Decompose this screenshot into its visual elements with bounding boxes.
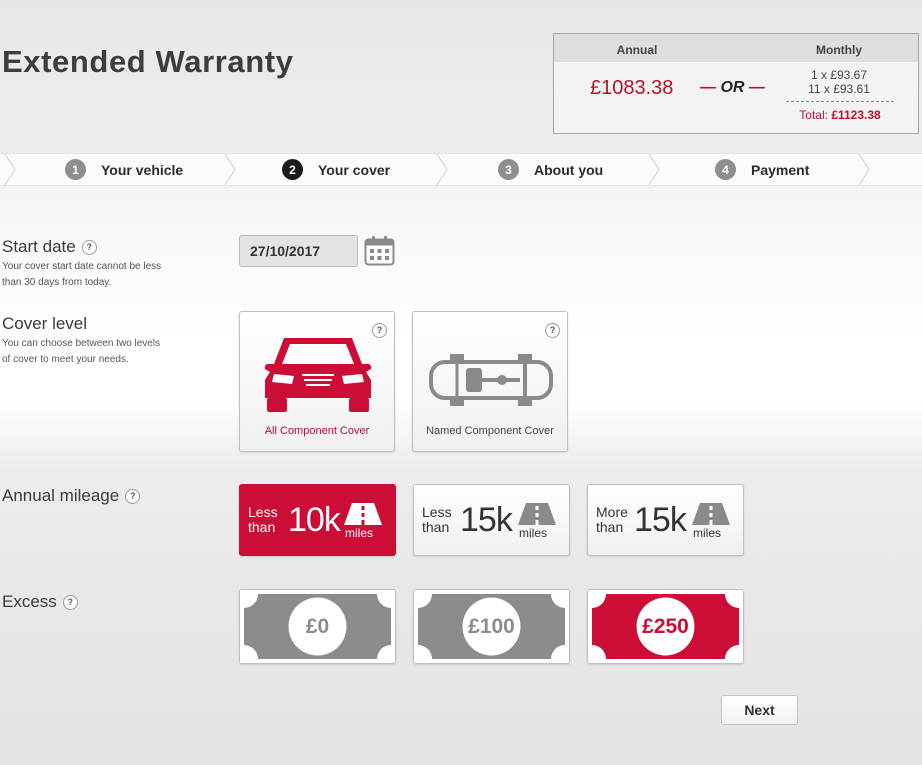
annual-mileage-label: Annual mileage	[2, 486, 120, 505]
cover-option-named-component[interactable]: ? Named Component Cover	[412, 311, 568, 452]
chassis-icon	[429, 354, 553, 406]
mileage-prefix: Less than	[248, 504, 278, 535]
monthly-remaining-payments: 11 x £93.61	[808, 82, 870, 96]
step-number: 3	[498, 159, 519, 180]
annual-heading: Annual	[616, 43, 658, 57]
road-icon	[518, 503, 556, 525]
mileage-amount: 15k	[634, 501, 687, 539]
road-icon	[692, 503, 730, 525]
annual-price: £1083.38	[590, 77, 674, 99]
start-date-description: Your cover start date cannot be less tha…	[2, 261, 162, 288]
annual-mileage-heading: Annual mileage ?	[2, 486, 141, 506]
help-icon[interactable]: ?	[545, 323, 560, 338]
step-label: Your vehicle	[101, 161, 184, 178]
step-chevron-icon	[224, 154, 236, 185]
step-number: 1	[65, 159, 86, 180]
mileage-option-less-10k[interactable]: Less than 10k miles	[239, 484, 396, 556]
monthly-breakdown: 1 x £93.67 11 x £93.61	[784, 68, 894, 96]
excess-option-100[interactable]: £100	[413, 589, 570, 664]
step-label: Your cover	[318, 161, 391, 178]
cover-level-label: Cover level	[2, 314, 88, 333]
help-icon[interactable]: ?	[372, 323, 387, 338]
help-icon[interactable]: ?	[62, 594, 78, 610]
mileage-prefix: Less than	[422, 504, 452, 535]
cover-level-description: You can choose between two levels of cov…	[2, 338, 161, 365]
mileage-unit: miles	[345, 526, 374, 540]
cover-option-all-component[interactable]: ? All Component Cover	[239, 311, 395, 452]
or-separator: — OR —	[700, 79, 765, 96]
page-title: Extended Warranty	[2, 44, 294, 79]
price-summary-header: Annual Monthly	[554, 34, 918, 62]
help-icon[interactable]: ?	[81, 239, 97, 255]
start-date-input[interactable]	[239, 235, 358, 267]
step-about-you[interactable]: 3 About you	[498, 154, 603, 185]
mileage-prefix: More than	[596, 504, 628, 535]
excess-option-250[interactable]: £250	[587, 589, 744, 664]
mileage-option-more-15k[interactable]: More than 15k miles	[587, 484, 744, 556]
step-your-cover[interactable]: 2 Your cover	[282, 154, 390, 185]
price-summary: Annual Monthly £1083.38 — OR — 1 x £93.6…	[553, 33, 919, 134]
step-chevron-icon	[858, 154, 870, 185]
monthly-total-value: £1123.38	[831, 108, 881, 122]
road-icon	[344, 503, 382, 525]
excess-amount: £250	[642, 615, 689, 638]
excess-amount: £0	[305, 615, 330, 638]
cover-level-heading: Cover level	[2, 314, 87, 334]
mileage-option-less-15k[interactable]: Less than 15k miles	[413, 484, 570, 556]
next-button[interactable]: Next	[721, 695, 798, 725]
step-your-vehicle[interactable]: 1 Your vehicle	[65, 154, 183, 185]
progress-steps: 1 Your vehicle 2 Your cover 3 About you …	[0, 153, 922, 186]
cover-option-label: Named Component Cover	[426, 425, 554, 437]
excess-label: Excess	[2, 592, 57, 611]
start-date-label: Start date	[2, 237, 76, 256]
or-label: OR	[720, 79, 745, 96]
monthly-total-label: Total:	[799, 108, 828, 122]
start-date-heading: Start date ?	[2, 237, 97, 257]
step-label: About you	[534, 161, 604, 178]
step-payment[interactable]: 4 Payment	[715, 154, 809, 185]
mileage-amount: 10k	[288, 501, 341, 539]
calendar-icon[interactable]	[364, 235, 395, 266]
excess-heading: Excess ?	[2, 592, 78, 612]
monthly-total: Total: £1123.38	[786, 108, 894, 122]
step-number: 4	[715, 159, 736, 180]
step-chevron-icon	[436, 154, 448, 185]
monthly-divider	[786, 101, 894, 102]
help-icon[interactable]: ?	[125, 488, 141, 504]
mileage-unit: miles	[693, 526, 722, 540]
excess-amount: £100	[468, 615, 515, 638]
step-chevron-icon	[4, 154, 16, 185]
step-chevron-icon	[648, 154, 660, 185]
cover-option-label: All Component Cover	[264, 425, 370, 437]
step-number: 2	[282, 159, 303, 180]
mileage-unit: miles	[519, 526, 548, 540]
monthly-heading: Monthly	[816, 43, 862, 57]
step-label: Payment	[751, 161, 810, 178]
excess-option-0[interactable]: £0	[239, 589, 396, 664]
monthly-first-payment: 1 x £93.67	[810, 68, 868, 82]
mileage-amount: 15k	[460, 501, 513, 539]
car-front-icon	[264, 338, 372, 412]
